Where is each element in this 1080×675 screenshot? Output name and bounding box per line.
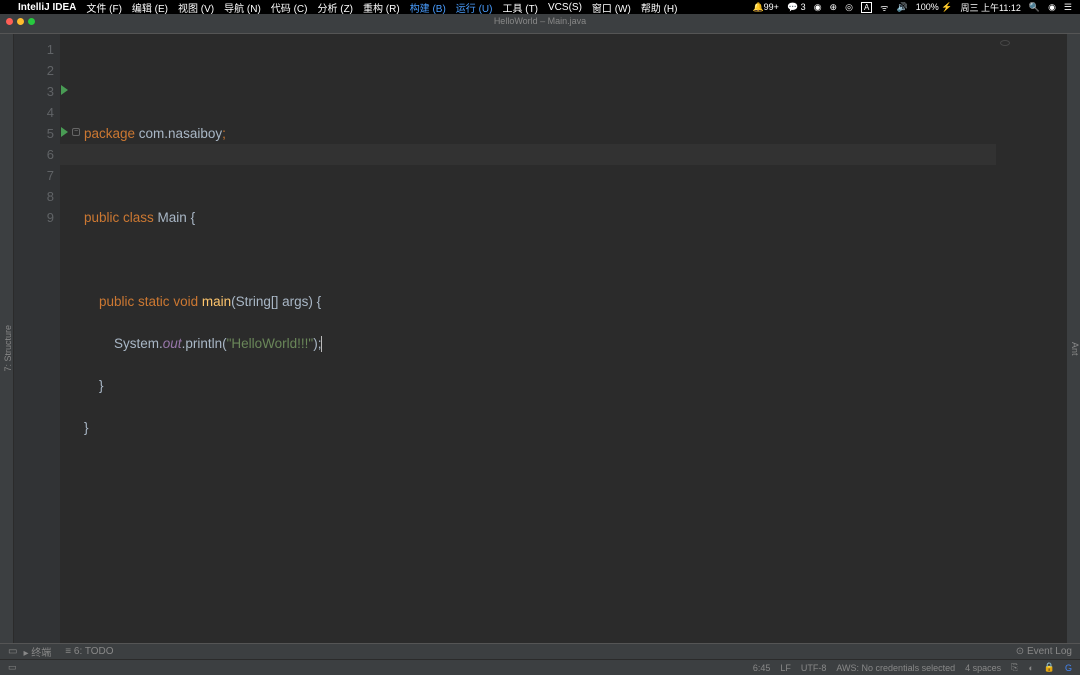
menu-analyze[interactable]: 分析 (Z) (317, 0, 353, 15)
menu-file[interactable]: 文件 (F) (86, 0, 122, 15)
menu-help[interactable]: 帮助 (H) (641, 0, 678, 15)
clock[interactable]: 周三 上午11:12 (960, 1, 1020, 14)
control-center-icon[interactable]: ☰ (1064, 2, 1072, 13)
window-title: HelloWorld – Main.java (494, 16, 586, 26)
maximize-window-icon[interactable] (28, 18, 35, 25)
menu-code[interactable]: 代码 (C) (271, 0, 308, 15)
status-message-icon[interactable]: ▭ (8, 662, 17, 673)
status-icon-1[interactable]: ⎘ (1011, 662, 1018, 673)
line-number: 2 (14, 60, 54, 81)
aws-status[interactable]: AWS: No credentials selected (836, 663, 955, 673)
tool-structure[interactable]: 7: Structure (3, 325, 13, 372)
line-number: 8 (14, 186, 54, 207)
right-tool-stripe: Ant 数据库 Word Book (1066, 34, 1080, 643)
status-icon-g[interactable]: G (1065, 663, 1072, 673)
menu-vcs[interactable]: VCS(S) (548, 2, 582, 13)
left-tool-stripe: 7: Structure 2: Favorites AWS Explorer (0, 34, 14, 643)
menu-run[interactable]: 运行 (U) (456, 0, 493, 15)
lock-icon[interactable]: 🔒 (1044, 662, 1055, 673)
editor[interactable]: 1 2 3 4 5− 6 7 8 9 package com.nasaiboy;… (14, 34, 1066, 643)
tool-terminal[interactable]: ▸ 终端 (23, 644, 51, 659)
menu-tools[interactable]: 工具 (T) (502, 0, 538, 15)
indent-status[interactable]: 4 spaces (965, 663, 1001, 673)
line-number: 5− (14, 123, 54, 144)
line-number: 6 (14, 144, 54, 165)
search-icon[interactable]: 🔍 (1029, 2, 1040, 13)
line-number: 4 (14, 102, 54, 123)
status-bar: ▭ 6:45 LF UTF-8 AWS: No credentials sele… (0, 659, 1080, 675)
text-cursor (321, 336, 322, 352)
menu-build[interactable]: 构建 (B) (410, 0, 446, 15)
tray-icon-a[interactable]: A (861, 2, 872, 13)
main-area: 7: Structure 2: Favorites AWS Explorer 1… (0, 34, 1080, 643)
menu-window[interactable]: 窗口 (W) (592, 0, 631, 15)
tool-todo[interactable]: ≡ 6: TODO (65, 646, 113, 657)
close-window-icon[interactable] (6, 18, 13, 25)
menubar-right: 🔔99+ 💬 3 ◉ ⊕ ◎ A ᯤ 🔊 100% ⚡ 周三 上午11:12 🔍… (752, 1, 1072, 14)
tool-window-icon[interactable]: ▭ (8, 646, 17, 657)
file-encoding[interactable]: UTF-8 (801, 663, 827, 673)
line-number: 7 (14, 165, 54, 186)
line-number: 3 (14, 81, 54, 102)
siri-icon[interactable]: ◉ (1048, 2, 1056, 13)
minimize-window-icon[interactable] (17, 18, 24, 25)
inspection-widget[interactable] (1000, 40, 1050, 60)
line-separator[interactable]: LF (780, 663, 791, 673)
battery-icon[interactable]: 100% ⚡ (916, 2, 953, 13)
tool-ant[interactable]: Ant (1070, 342, 1080, 356)
tray-icon[interactable]: ◉ (814, 2, 822, 13)
menu-refactor[interactable]: 重构 (R) (363, 0, 400, 15)
app-name[interactable]: IntelliJ IDEA (18, 2, 76, 13)
event-log[interactable]: ⊙ Event Log (1016, 646, 1072, 657)
notification-icon[interactable]: 🔔99+ (752, 2, 779, 13)
window-titlebar: HelloWorld – Main.java (0, 14, 1080, 28)
line-number: 1 (14, 39, 54, 60)
status-icon-2[interactable]: ◐ (1028, 663, 1033, 673)
eye-icon (1000, 40, 1010, 46)
menu-navigate[interactable]: 导航 (N) (224, 0, 261, 15)
tray-icon-3[interactable]: ◎ (845, 2, 853, 13)
volume-icon[interactable]: 🔊 (897, 2, 908, 13)
tray-icon-2[interactable]: ⊕ (830, 2, 838, 13)
code-area[interactable]: package com.nasaiboy; public class Main … (60, 34, 1066, 643)
line-gutter[interactable]: 1 2 3 4 5− 6 7 8 9 (14, 34, 60, 643)
cursor-position[interactable]: 6:45 (753, 663, 771, 673)
menu-view[interactable]: 视图 (V) (178, 0, 214, 15)
menu-edit[interactable]: 编辑 (E) (132, 0, 168, 15)
macos-menubar: IntelliJ IDEA 文件 (F) 编辑 (E) 视图 (V) 导航 (N… (0, 0, 1080, 14)
line-number: 9 (14, 207, 54, 228)
wechat-icon[interactable]: 💬 3 (787, 2, 806, 13)
wifi-icon[interactable]: ᯤ (880, 1, 888, 14)
bottom-tool-stripe: ▭ ▸ 终端 ≡ 6: TODO ⊙ Event Log (0, 643, 1080, 659)
